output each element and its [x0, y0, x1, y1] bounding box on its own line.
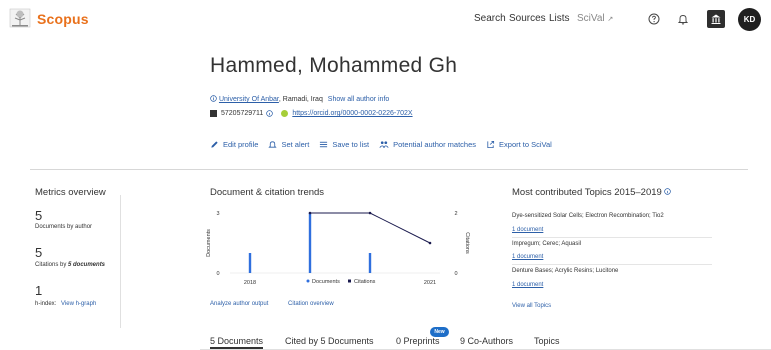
profile-actions: Edit profile Set alert Save to list Pote…: [210, 140, 562, 149]
top-header: Scopus Search Sources Lists SciVal ↗ KD: [0, 0, 771, 42]
help-icon[interactable]: [645, 10, 663, 28]
institution-icon[interactable]: [707, 10, 725, 28]
y-tick-label: 3: [216, 211, 219, 217]
topic-name[interactable]: Impregum; Cerec; Aquasil: [512, 241, 581, 247]
nav-sources[interactable]: Sources: [509, 13, 546, 24]
citations-label: Citations by 5 documents: [35, 262, 105, 268]
trends-title: Document & citation trends: [210, 187, 325, 198]
nav-scival-label: SciVal: [577, 13, 605, 24]
potential-author-matches-label: Potential author matches: [393, 140, 477, 149]
save-to-list-button[interactable]: Save to list: [319, 140, 369, 149]
citations-count[interactable]: 5: [35, 245, 42, 260]
documents-bar: [368, 253, 372, 273]
author-name: Hammed, Mohammed Gh: [210, 54, 458, 77]
affiliation-link[interactable]: University Of Anbar: [219, 96, 279, 103]
pencil-icon: [211, 141, 218, 148]
potential-author-matches-button[interactable]: Potential author matches: [379, 140, 476, 149]
document-citation-chart: 0 3 0 2 Documents Citations 2018 2021 Documents C…: [206, 211, 470, 286]
edit-profile-label: Edit profile: [223, 140, 259, 149]
topic-documents-link[interactable]: 1 document: [512, 227, 543, 233]
y2-tick-label: 2: [454, 211, 457, 217]
x-tick-label: 2021: [424, 280, 436, 286]
legend-documents-marker: [306, 279, 310, 283]
tab-topics[interactable]: Topics: [534, 336, 560, 346]
topics-title-text: Most contributed Topics 2015–2019: [512, 187, 662, 198]
author-identifiers: 57205729711 https://orcid.org/0000-0002-…: [210, 110, 413, 117]
tab-cited-by[interactable]: Cited by 5 Documents: [285, 336, 374, 346]
x-tick-label: 2018: [244, 280, 256, 286]
show-author-info-link[interactable]: Show all author info: [328, 96, 389, 103]
metrics-separator: [120, 195, 121, 328]
topic-name[interactable]: Denture Bases; Acrylic Resins; Lucitone: [512, 268, 618, 274]
citations-point: [368, 211, 372, 215]
analyze-author-output-link[interactable]: Analyze author output: [210, 301, 268, 307]
topic-documents-link[interactable]: 1 document: [512, 254, 543, 260]
section-divider: [30, 169, 748, 170]
user-avatar[interactable]: KD: [738, 8, 761, 31]
citations-label-prefix: Citations by: [35, 262, 69, 268]
topic-documents-link[interactable]: 1 document: [512, 282, 543, 288]
h-index-label: h-index:: [35, 301, 57, 307]
save-to-list-label: Save to list: [332, 140, 370, 149]
set-alert-label: Set alert: [281, 140, 310, 149]
nav-search[interactable]: Search: [474, 13, 506, 24]
citations-label-emph: 5 documents: [68, 262, 106, 268]
orcid-link[interactable]: https://orcid.org/0000-0002-0226-702X: [292, 110, 412, 117]
elsevier-tree-logo[interactable]: [8, 6, 32, 30]
citations-point: [428, 241, 432, 245]
tab-co-authors[interactable]: 9 Co-Authors: [460, 336, 513, 346]
documents-bar: [308, 213, 312, 273]
scopus-id-icon: [210, 110, 217, 117]
scopus-logo-text[interactable]: Scopus: [37, 11, 89, 27]
citations-line: [310, 212, 431, 244]
view-all-topics-link[interactable]: View all Topics: [512, 303, 551, 309]
documents-label: Documents by author: [35, 224, 93, 230]
y2-axis-title: Citations: [464, 232, 470, 254]
topics-info-icon[interactable]: [664, 188, 672, 195]
h-index-value: 1: [35, 283, 43, 298]
people-icon: [379, 141, 389, 148]
legend-citations-marker: [348, 279, 351, 283]
export-to-scival-button[interactable]: Export to SciVal: [486, 140, 552, 149]
bell-outline-icon: [268, 141, 278, 148]
topic-separator: [512, 264, 712, 265]
view-h-graph-link[interactable]: View h-graph: [61, 301, 96, 307]
scopus-id-info-icon[interactable]: [266, 110, 274, 117]
affiliation-line: University Of Anbar, Ramadi, Iraq Show a…: [210, 95, 389, 103]
scopus-id: 57205729711: [221, 110, 264, 117]
export-to-scival-label: Export to SciVal: [499, 140, 552, 149]
topics-title: Most contributed Topics 2015–2019: [512, 187, 672, 198]
nav-scival[interactable]: SciVal ↗: [577, 13, 613, 24]
info-icon: [210, 95, 217, 102]
citations-point: [308, 211, 312, 215]
set-alert-button[interactable]: Set alert: [268, 140, 309, 149]
y2-tick-label: 0: [454, 271, 457, 277]
documents-count[interactable]: 5: [35, 208, 42, 223]
documents-bar: [248, 253, 252, 273]
orcid-icon: [281, 110, 289, 117]
list-icon: [320, 141, 328, 148]
affiliation-location: , Ramadi, Iraq: [278, 96, 323, 103]
topic-separator: [512, 237, 712, 238]
tab-preprints[interactable]: 0 Preprints: [396, 336, 440, 346]
legend-documents-label: Documents: [312, 279, 340, 285]
bell-icon[interactable]: [674, 10, 692, 28]
metrics-overview-title: Metrics overview: [35, 187, 106, 198]
y-tick-label: 0: [216, 271, 219, 277]
topic-name[interactable]: Dye-sensitized Solar Cells; Electron Rec…: [512, 213, 664, 219]
h-index-label-line: h-index: View h-graph: [35, 301, 96, 307]
legend-citations-label: Citations: [354, 279, 376, 285]
export-icon: [487, 140, 495, 149]
edit-profile-button[interactable]: Edit profile: [210, 140, 258, 149]
tab-documents[interactable]: 5 Documents: [210, 336, 264, 349]
y-axis-title: Documents: [206, 229, 212, 257]
nav-lists[interactable]: Lists: [549, 13, 570, 24]
citation-overview-link[interactable]: Citation overview: [288, 301, 334, 307]
external-link-icon: ↗: [607, 16, 614, 23]
new-badge: New: [430, 327, 449, 337]
